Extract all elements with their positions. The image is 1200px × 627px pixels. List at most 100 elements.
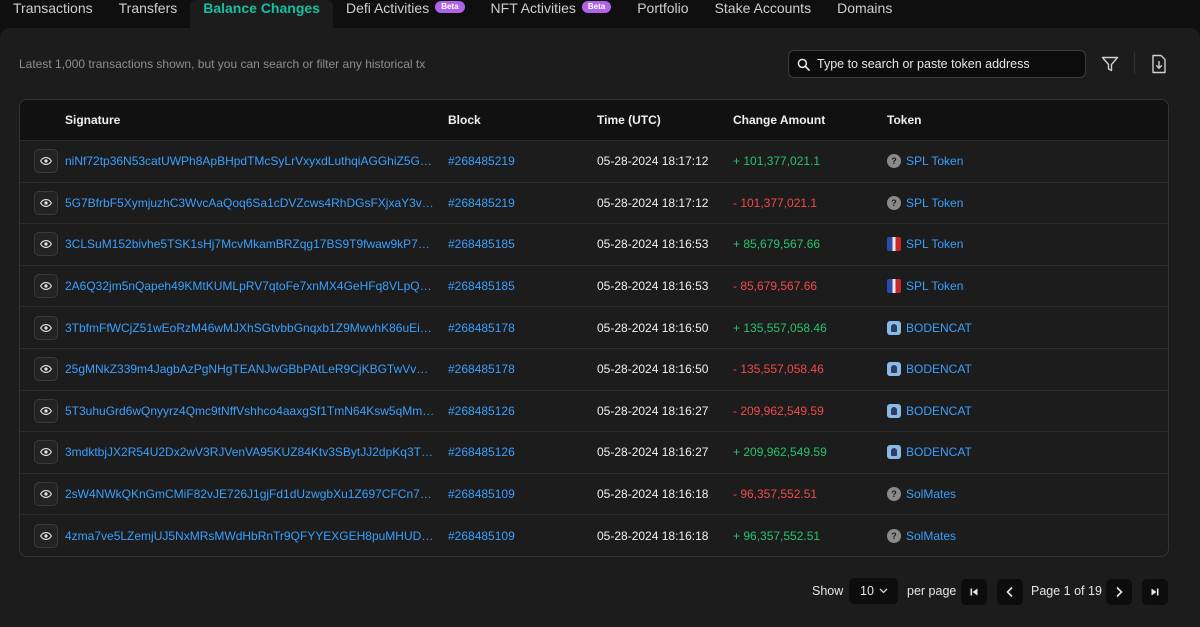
token-link[interactable]: SPL Token: [906, 154, 963, 168]
change-amount: - 85,679,567.66: [733, 279, 818, 294]
tab-label: Portfolio: [637, 0, 689, 16]
table-row: 5T3uhuGrd6wQnyyrz4Qmc9tNffVshhco4aaxgSf1…: [20, 391, 1168, 433]
table-row: 3mdktbjJX2R54U2Dx2wV3RJVenVA95KUZ84Ktv3S…: [20, 432, 1168, 474]
unknown-token-icon: ?: [887, 487, 901, 502]
last-page-icon: [1151, 588, 1159, 596]
table-row: niNf72tp36N53catUWPh8ApBHpdTMcSyLrVxyxdL…: [20, 141, 1168, 183]
view-details-button[interactable]: [33, 524, 58, 549]
signature-link[interactable]: 5T3uhuGrd6wQnyyrz4Qmc9tNffVshhco4aaxgSf1…: [65, 404, 435, 418]
tab-stake-accounts[interactable]: Stake Accounts: [702, 0, 825, 28]
bodencat-token-icon: [887, 362, 901, 377]
view-details-button[interactable]: [33, 357, 58, 382]
page-size-select[interactable]: 10: [849, 578, 898, 604]
block-link[interactable]: #268485219: [448, 154, 515, 168]
eye-icon: [39, 448, 52, 457]
search-input[interactable]: [817, 57, 1077, 71]
tab-transfers[interactable]: Transfers: [106, 0, 191, 28]
export-button[interactable]: [1146, 51, 1172, 77]
tab-bar: Transactions Transfers Balance Changes Defi…: [0, 0, 1200, 28]
signature-link[interactable]: 3mdktbjJX2R54U2Dx2wV3RJVenVA95KUZ84Ktv3S…: [65, 445, 435, 459]
flag-token-icon: [887, 279, 901, 294]
table-header: Signature Block Time (UTC) Change Amount…: [20, 100, 1168, 141]
block-link[interactable]: #268485185: [448, 279, 515, 293]
eye-icon: [39, 198, 52, 207]
tab-domains[interactable]: Domains: [824, 0, 905, 28]
bodencat-token-icon: [887, 320, 901, 335]
eye-icon: [39, 323, 52, 332]
next-page-button[interactable]: [1106, 579, 1132, 605]
signature-link[interactable]: niNf72tp36N53catUWPh8ApBHpdTMcSyLrVxyxdL…: [65, 154, 435, 168]
block-link[interactable]: #268485219: [448, 196, 515, 210]
tab-label: Balance Changes: [203, 0, 320, 16]
table-row: 3TbfmFfWCjZ51wEoRzM46wMJXhSGtvbbGnqxb1Z9…: [20, 307, 1168, 349]
signature-link[interactable]: 25gMNkZ339m4JagbAzPgNHgTEANJwGBbPAtLeR9C…: [65, 362, 435, 376]
token-link[interactable]: SolMates: [906, 529, 956, 543]
view-details-button[interactable]: [33, 315, 58, 340]
change-amount: + 135,557,058.46: [733, 320, 827, 335]
unknown-token-icon: ?: [887, 529, 901, 544]
page-size-value: 10: [860, 584, 874, 598]
signature-link[interactable]: 2sW4NWkQKnGmCMiF82vJE726J1gjFd1dUzwgbXu1…: [65, 487, 435, 501]
signature-link[interactable]: 4zma7ve5LZemjUJ5NxMRsMWdHbRnTr9QFYYEXGEH…: [65, 529, 435, 543]
token-link[interactable]: SPL Token: [906, 279, 963, 293]
change-amount: - 209,962,549.59: [733, 403, 824, 418]
tab-nft-activities[interactable]: NFT Activities Beta: [478, 0, 625, 28]
block-link[interactable]: #268485126: [448, 445, 515, 459]
token-link[interactable]: BODENCAT: [906, 404, 972, 418]
time-value: 05-28-2024 18:17:12: [597, 195, 709, 210]
show-label: Show: [812, 584, 844, 598]
header-token: Token: [887, 113, 922, 127]
signature-link[interactable]: 5G7BfrbF5XymjuzhC3WvcAaQoq6Sa1cDVZcws4Rh…: [65, 196, 435, 210]
view-details-button[interactable]: [33, 190, 58, 215]
bodencat-token-icon: [887, 403, 901, 418]
beta-badge: Beta: [581, 1, 612, 13]
view-details-button[interactable]: [33, 232, 58, 257]
first-page-icon: [970, 588, 978, 596]
view-details-button[interactable]: [33, 274, 58, 299]
search-box[interactable]: [788, 50, 1086, 78]
token-link[interactable]: SolMates: [906, 487, 956, 501]
token-link[interactable]: SPL Token: [906, 237, 963, 251]
signature-link[interactable]: 3TbfmFfWCjZ51wEoRzM46wMJXhSGtvbbGnqxb1Z9…: [65, 321, 435, 335]
table-body: niNf72tp36N53catUWPh8ApBHpdTMcSyLrVxyxdL…: [20, 141, 1168, 556]
change-amount: - 96,357,552.51: [733, 487, 818, 502]
time-value: 05-28-2024 18:16:53: [597, 237, 709, 252]
token-link[interactable]: BODENCAT: [906, 362, 972, 376]
block-link[interactable]: #268485178: [448, 321, 515, 335]
tab-transactions[interactable]: Transactions: [0, 0, 106, 28]
change-amount: - 135,557,058.46: [733, 362, 824, 377]
first-page-button[interactable]: [961, 579, 987, 605]
filter-button[interactable]: [1097, 51, 1123, 77]
tab-label: Defi Activities: [345, 0, 430, 16]
balance-changes-table: Signature Block Time (UTC) Change Amount…: [19, 99, 1169, 557]
tab-portfolio[interactable]: Portfolio: [624, 0, 701, 28]
tab-balance-changes[interactable]: Balance Changes: [190, 0, 333, 28]
view-details-button[interactable]: [33, 398, 58, 423]
page-info: Page 1 of 19: [1031, 584, 1102, 598]
previous-page-button[interactable]: [997, 579, 1023, 605]
block-link[interactable]: #268485126: [448, 404, 515, 418]
time-value: 05-28-2024 18:16:50: [597, 362, 709, 377]
block-link[interactable]: #268485178: [448, 362, 515, 376]
token-link[interactable]: BODENCAT: [906, 445, 972, 459]
flag-token-icon: [887, 237, 901, 252]
last-page-button[interactable]: [1142, 579, 1168, 605]
eye-icon: [39, 157, 52, 166]
view-details-button[interactable]: [33, 149, 58, 174]
signature-link[interactable]: 3CLSuM152bivhe5TSK1sHj7McvMkamBRZqg17BS9…: [65, 237, 435, 251]
view-details-button[interactable]: [33, 482, 58, 507]
block-link[interactable]: #268485185: [448, 237, 515, 251]
signature-link[interactable]: 2A6Q32jm5nQapeh49KMtKUMLpRV7qtoFe7xnMX4G…: [65, 279, 435, 293]
block-link[interactable]: #268485109: [448, 529, 515, 543]
token-link[interactable]: BODENCAT: [906, 321, 972, 335]
token-link[interactable]: SPL Token: [906, 196, 963, 210]
per-page-label: per page: [907, 584, 957, 598]
time-value: 05-28-2024 18:16:18: [597, 529, 709, 544]
tab-defi-activities[interactable]: Defi Activities Beta: [333, 0, 478, 28]
pagination: Show 10 per page Page 1 of 19: [0, 578, 1200, 605]
view-details-button[interactable]: [33, 440, 58, 465]
block-link[interactable]: #268485109: [448, 487, 515, 501]
filter-icon: [1101, 56, 1119, 72]
time-value: 05-28-2024 18:17:12: [597, 154, 709, 169]
eye-icon: [39, 282, 52, 291]
